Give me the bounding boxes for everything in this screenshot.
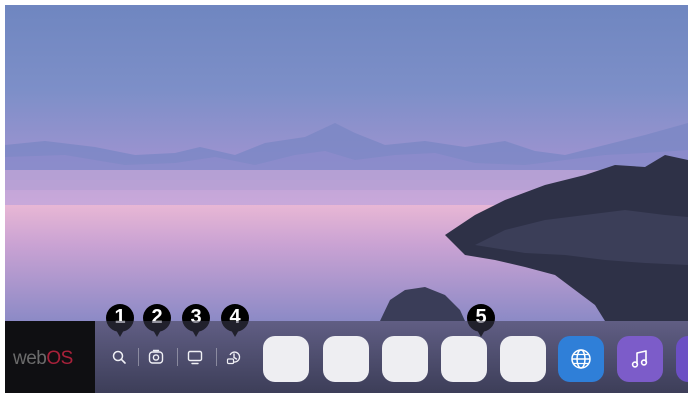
monitor-icon [187,350,203,365]
music-note-icon [631,350,648,368]
webos-logo: webOS [13,348,73,369]
app-tile[interactable] [323,336,369,382]
landscape-background [5,123,688,321]
separator [138,348,139,366]
app-tile[interactable] [382,336,428,382]
settings-icon [226,351,241,365]
webos-logo-area: webOS [5,321,95,393]
app-tile[interactable] [263,336,309,382]
app-tile[interactable] [441,336,487,382]
app-tile[interactable] [500,336,546,382]
partial-app-tile[interactable] [676,336,688,382]
launcher-bar: webOS [5,321,688,393]
music-app[interactable] [617,336,663,382]
globe-icon [571,349,591,369]
search-button[interactable] [104,342,134,372]
camera-button[interactable] [141,342,171,372]
search-icon [112,350,126,364]
settings-button[interactable] [219,342,249,372]
separator [177,348,178,366]
separator [216,348,217,366]
camera-icon [148,349,164,364]
tv-screen: 1 2 3 4 5 webOS [5,5,688,393]
web-browser-app[interactable] [558,336,604,382]
input-button[interactable] [180,342,210,372]
